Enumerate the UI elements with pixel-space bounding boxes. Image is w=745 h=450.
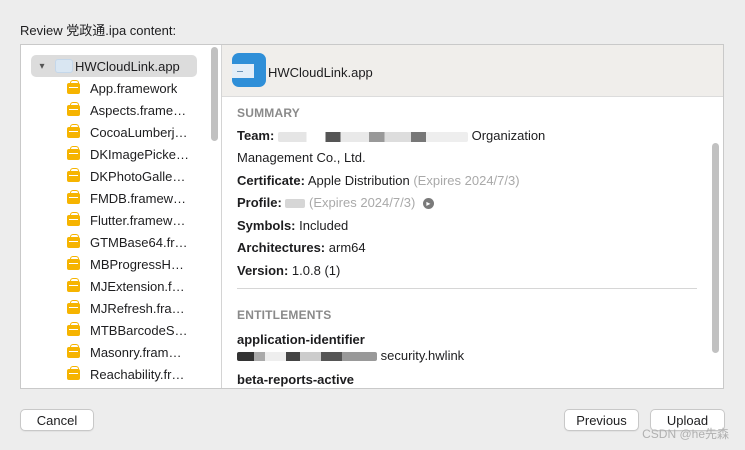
watermark: CSDN @he先森 [642, 427, 729, 441]
tree-item[interactable]: FMDB.framew… [21, 187, 221, 209]
tree-item[interactable]: MTBBarcodeS… [21, 319, 221, 341]
architectures-label: Architectures: [237, 240, 326, 255]
tree-item-label: App.framework [90, 80, 178, 96]
tree-item[interactable]: MJRefresh.fra… [21, 297, 221, 319]
symbols-row: Symbols: Included [237, 218, 348, 233]
beta-row: beta-reports-active [237, 372, 354, 387]
architectures-row: Architectures: arm64 [237, 240, 366, 255]
tree-item[interactable]: DKImagePicke… [21, 143, 221, 165]
framework-icon [67, 321, 80, 336]
summary-title: SUMMARY [237, 106, 300, 120]
tree-item[interactable]: DKPhotoGalle… [21, 165, 221, 187]
tree-root-app[interactable]: ▾ HWCloudLink.app [31, 55, 197, 77]
tree-item[interactable]: Flutter.framew… [21, 209, 221, 231]
tree-list: App.framework Aspects.frame… CocoaLumber… [21, 77, 221, 385]
symbols-value: Included [299, 218, 349, 233]
redacted-block [277, 131, 468, 142]
tree-item-label: FMDB.framew… [90, 190, 187, 206]
tree-item-label: MJRefresh.fra… [90, 300, 185, 316]
symbols-label: Symbols: [237, 218, 296, 233]
framework-icon [67, 101, 80, 116]
team-value: Organization [471, 128, 546, 143]
tree-item-label: Masonry.fram… [90, 344, 182, 360]
profile-row: Profile: (Expires 2024/7/3) ▸ [237, 195, 434, 210]
tree-scrollbar-thumb[interactable] [211, 47, 218, 141]
content-panel: ▾ HWCloudLink.app App.framework Aspects.… [20, 44, 724, 389]
framework-icon [67, 123, 80, 138]
tree-item[interactable]: GTMBase64.fr… [21, 231, 221, 253]
detail-scrollbar[interactable] [711, 98, 721, 388]
previous-button[interactable]: Previous [564, 409, 639, 431]
tree-item[interactable]: Masonry.fram… [21, 341, 221, 363]
tree-item-label: CocoaLumberj… [90, 124, 188, 140]
beta-label: beta-reports-active [237, 372, 355, 387]
section-divider [237, 288, 697, 289]
app-id-row: application-identifier [237, 332, 365, 347]
dialog-title: Review 党政通.ipa content: [20, 23, 177, 38]
redacted-block [237, 352, 377, 362]
framework-icon [67, 145, 80, 160]
certificate-row: Certificate: Apple Distribution (Expires… [237, 173, 520, 188]
profile-expiry: (Expires 2024/7/3) [309, 195, 416, 210]
framework-icon [67, 79, 80, 94]
tree-item-label: DKImagePicke… [90, 146, 189, 162]
tree-item-label: MJExtension.f… [90, 278, 185, 294]
tree-item[interactable]: MJExtension.f… [21, 275, 221, 297]
framework-icon [67, 343, 80, 358]
certificate-label: Certificate: [237, 173, 305, 188]
app-name: HWCloudLink.app [268, 65, 373, 80]
detail-scrollbar-thumb[interactable] [712, 143, 719, 353]
team-row: Team: Organization [237, 128, 545, 143]
architectures-value: arm64 [328, 240, 366, 255]
tree-item-label: MTBBarcodeS… [90, 322, 188, 338]
framework-icon [67, 189, 80, 204]
tree-item-label: Reachability.fr… [90, 366, 185, 382]
cancel-button[interactable]: Cancel [20, 409, 94, 431]
framework-icon [67, 233, 80, 248]
chevron-down-icon[interactable]: ▾ [35, 61, 49, 72]
detail-body: SUMMARY Team: Organization Management Co… [222, 98, 723, 388]
team-row-line2: Management Co., Ltd. [237, 150, 366, 165]
version-label: Version: [237, 263, 289, 278]
tree-root-label: HWCloudLink.app [75, 58, 180, 74]
tree-item[interactable]: Reachability.fr… [21, 363, 221, 385]
version-value: 1.0.8 (1) [291, 263, 341, 278]
detail-header: HWCloudLink.app [222, 45, 723, 97]
tree-item[interactable]: CocoaLumberj… [21, 121, 221, 143]
file-tree: ▾ HWCloudLink.app App.framework Aspects.… [21, 45, 221, 388]
tree-item[interactable]: App.framework [21, 77, 221, 99]
certificate-value: Apple Distribution [307, 173, 410, 188]
tree-item-label: GTMBase64.fr… [90, 234, 188, 250]
framework-icon [67, 167, 80, 182]
framework-icon [67, 211, 80, 226]
app-id-label: application-identifier [237, 332, 365, 347]
tree-item-label: Aspects.frame… [90, 102, 187, 118]
app-id-value-row: security.hwlink [237, 348, 464, 363]
framework-icon [67, 255, 80, 270]
detail-pane: HWCloudLink.app SUMMARY Team: Organizati… [222, 45, 723, 388]
framework-icon [67, 277, 80, 292]
team-label: Team: [237, 128, 275, 143]
entitlements-title: ENTITLEMENTS [237, 308, 332, 322]
app-id-value: security.hwlink [380, 348, 465, 363]
version-row: Version: 1.0.8 (1) [237, 263, 340, 278]
arrow-circle-right-icon[interactable]: ▸ [422, 198, 434, 209]
profile-label: Profile: [237, 195, 282, 210]
app-icon [55, 59, 73, 73]
tree-item[interactable]: Aspects.frame… [21, 99, 221, 121]
tree-item-label: MBProgressH… [90, 256, 184, 272]
framework-icon [67, 299, 80, 314]
tree-item-label: DKPhotoGalle… [90, 168, 186, 184]
app-icon [232, 53, 266, 87]
tree-scrollbar[interactable] [209, 45, 221, 388]
framework-icon [67, 365, 80, 380]
tree-item[interactable]: MBProgressH… [21, 253, 221, 275]
certificate-expiry: (Expires 2024/7/3) [413, 173, 520, 188]
review-dialog: Review 党政通.ipa content: ▾ HWCloudLink.ap… [0, 0, 745, 450]
redacted-block [285, 199, 306, 209]
tree-item-label: Flutter.framew… [90, 212, 186, 228]
